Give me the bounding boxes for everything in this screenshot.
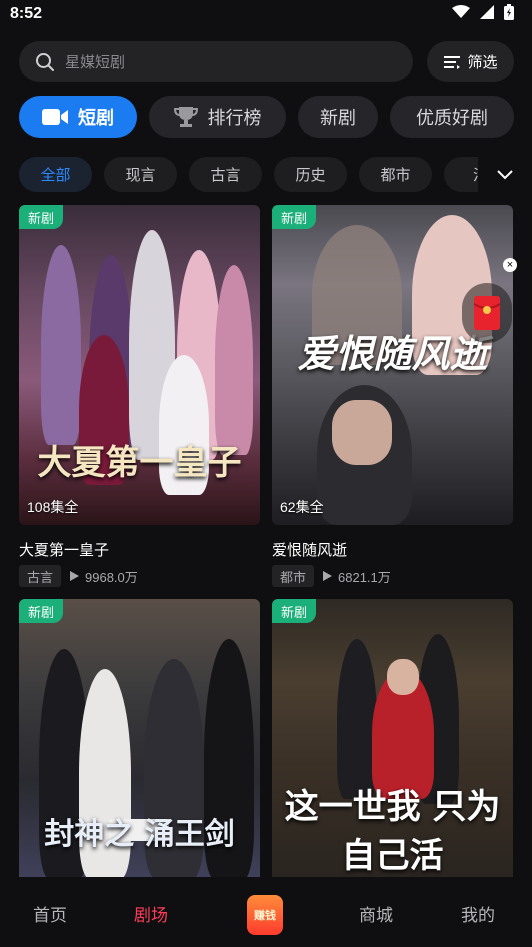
poster-image[interactable]: 封神之 涌王剑 新剧 xyxy=(19,599,260,877)
category-expand-button[interactable] xyxy=(478,157,532,193)
search-input[interactable]: 星媒短剧 xyxy=(19,41,413,82)
tab-new-drama-label: 新剧 xyxy=(320,108,356,128)
new-badge: 新剧 xyxy=(19,205,64,229)
tab-short-drama-label: 短剧 xyxy=(78,108,114,128)
drama-card[interactable]: 封神之 涌王剑 新剧 xyxy=(19,599,260,877)
bottom-nav: 首页 剧场 赚钱 商城 我的 xyxy=(0,877,532,947)
status-bar: 8:52 xyxy=(0,0,532,30)
play-icon xyxy=(323,571,333,581)
card-meta: 古言 9968.0万 xyxy=(19,565,260,587)
genre-tag: 都市 xyxy=(272,565,315,587)
view-count: 9968.0万 xyxy=(85,569,138,585)
trophy-icon xyxy=(173,107,198,127)
card-meta: 都市 6821.1万 xyxy=(272,565,513,587)
category-chip-history[interactable]: 历史 xyxy=(274,157,347,192)
poster-title: 大夏第一皇子 xyxy=(37,443,242,483)
nav-home[interactable]: 首页 xyxy=(33,901,67,926)
new-badge: 新剧 xyxy=(272,599,317,623)
filter-icon xyxy=(444,55,461,69)
nav-mall[interactable]: 商城 xyxy=(359,901,393,926)
new-badge: 新剧 xyxy=(272,205,317,229)
new-badge: 新剧 xyxy=(19,599,64,623)
search-placeholder: 星媒短剧 xyxy=(65,54,126,71)
poster-title: 封神之 涌王剑 xyxy=(44,817,235,852)
red-packet-icon xyxy=(474,296,500,330)
battery-icon xyxy=(504,4,514,20)
poster-title: 这一世我 只为自己活 xyxy=(284,787,501,876)
search-icon xyxy=(36,52,54,71)
chevron-down-icon xyxy=(497,170,513,180)
wifi-icon xyxy=(452,5,470,18)
drama-card[interactable]: 爱恨随风逝 新剧 62集全 爱恨随风逝 都市 6821.1万 xyxy=(272,205,513,587)
drama-card[interactable]: 这一世我 只为自己活 新剧 xyxy=(272,599,513,877)
nav-theater[interactable]: 剧场 xyxy=(134,901,168,926)
poster-image[interactable]: 爱恨随风逝 新剧 62集全 xyxy=(272,205,513,525)
category-row: 全部 现言 古言 历史 都市 活 xyxy=(0,157,532,193)
status-icons xyxy=(452,4,514,20)
episode-count: 62集全 xyxy=(280,499,324,515)
nav-earn-money[interactable]: 赚钱 xyxy=(247,895,283,935)
video-camera-icon xyxy=(42,109,68,125)
episode-count: 108集全 xyxy=(27,499,79,515)
tab-quality-drama-label: 优质好剧 xyxy=(416,108,488,128)
category-chip-ancient[interactable]: 古言 xyxy=(189,157,262,192)
status-time: 8:52 xyxy=(10,5,43,22)
tab-new-drama[interactable]: 新剧 xyxy=(298,96,378,138)
category-chip-urban[interactable]: 都市 xyxy=(359,157,432,192)
genre-tag: 古言 xyxy=(19,565,62,587)
drama-card[interactable]: 大夏第一皇子 新剧 108集全 大夏第一皇子 古言 9968.0万 xyxy=(19,205,260,587)
filter-button[interactable]: 筛选 xyxy=(427,41,514,82)
card-title[interactable]: 爱恨随风逝 xyxy=(272,539,513,559)
tab-quality-drama[interactable]: 优质好剧 xyxy=(390,96,514,138)
poster-image[interactable]: 大夏第一皇子 新剧 108集全 xyxy=(19,205,260,525)
poster-image[interactable]: 这一世我 只为自己活 新剧 xyxy=(272,599,513,877)
close-icon[interactable]: × xyxy=(503,258,517,272)
nav-profile[interactable]: 我的 xyxy=(461,901,495,926)
tab-ranking-label: 排行榜 xyxy=(207,108,262,128)
earn-money-icon: 赚钱 xyxy=(254,910,276,922)
tab-ranking[interactable]: 排行榜 xyxy=(149,96,286,138)
category-chip-modern[interactable]: 现言 xyxy=(104,157,177,192)
signal-icon xyxy=(480,5,494,19)
play-icon xyxy=(70,571,80,581)
red-packet-button[interactable] xyxy=(462,283,512,343)
filter-label: 筛选 xyxy=(467,54,498,71)
card-title[interactable]: 大夏第一皇子 xyxy=(19,539,260,559)
view-count: 6821.1万 xyxy=(338,569,391,585)
category-chip-all[interactable]: 全部 xyxy=(19,157,92,192)
tab-short-drama[interactable]: 短剧 xyxy=(19,96,137,138)
